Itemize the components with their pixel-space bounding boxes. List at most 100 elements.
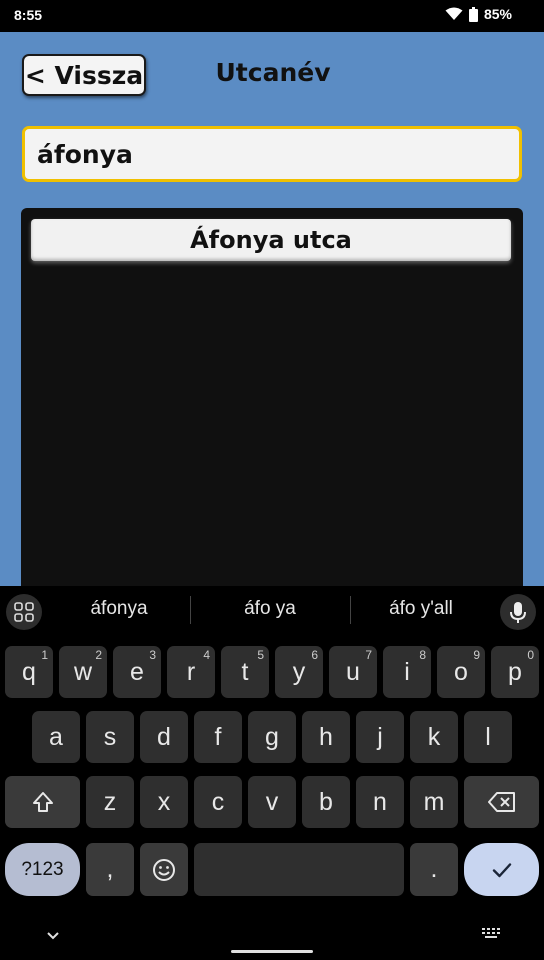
hide-keyboard-icon[interactable] bbox=[44, 926, 62, 944]
suggestion-divider bbox=[190, 596, 191, 624]
key-c[interactable]: c bbox=[194, 776, 242, 828]
key-label: s bbox=[103, 722, 117, 751]
key-p[interactable]: p0 bbox=[491, 646, 539, 698]
key-g[interactable]: g bbox=[248, 711, 296, 763]
key-f[interactable]: f bbox=[194, 711, 242, 763]
key-label: n bbox=[373, 787, 387, 816]
key-label: q bbox=[22, 657, 36, 686]
key-label: d bbox=[157, 722, 171, 751]
shift-icon bbox=[32, 792, 53, 812]
key-number-hint: 5 bbox=[257, 648, 264, 662]
key-e[interactable]: e3 bbox=[113, 646, 161, 698]
key-label: c bbox=[211, 787, 225, 816]
voice-input-button[interactable] bbox=[500, 594, 536, 630]
key-h[interactable]: h bbox=[302, 711, 350, 763]
suggestion-1[interactable]: áfonya bbox=[44, 598, 194, 620]
key-label: b bbox=[319, 787, 333, 816]
home-indicator[interactable] bbox=[231, 950, 313, 953]
microphone-icon bbox=[510, 602, 526, 623]
key-number-hint: 2 bbox=[95, 648, 102, 662]
key-label: a bbox=[49, 722, 63, 751]
status-bar: 8:55 85% bbox=[0, 0, 544, 32]
key-r[interactable]: r4 bbox=[167, 646, 215, 698]
period-key[interactable]: . bbox=[410, 843, 458, 896]
key-label: u bbox=[346, 657, 360, 686]
results-list: Áfonya utca bbox=[21, 208, 523, 586]
key-label: j bbox=[377, 722, 383, 751]
key-q[interactable]: q1 bbox=[5, 646, 53, 698]
battery-icon bbox=[468, 6, 478, 22]
key-label: y bbox=[292, 657, 306, 686]
key-label: w bbox=[73, 657, 93, 686]
key-b[interactable]: b bbox=[302, 776, 350, 828]
key-i[interactable]: i8 bbox=[383, 646, 431, 698]
key-label: x bbox=[157, 787, 171, 816]
key-t[interactable]: t5 bbox=[221, 646, 269, 698]
symbols-key[interactable]: ?123 bbox=[5, 843, 80, 896]
emoji-key[interactable] bbox=[140, 843, 188, 896]
suggestion-3[interactable]: áfo y'all bbox=[346, 598, 496, 620]
key-j[interactable]: j bbox=[356, 711, 404, 763]
key-label: i bbox=[404, 657, 410, 686]
key-m[interactable]: m bbox=[410, 776, 458, 828]
key-number-hint: 6 bbox=[311, 648, 318, 662]
street-search-input[interactable]: áfonya bbox=[22, 126, 522, 182]
key-k[interactable]: k bbox=[410, 711, 458, 763]
status-time: 8:55 bbox=[14, 7, 43, 23]
grid-icon bbox=[14, 602, 34, 622]
navigation-bar bbox=[0, 912, 544, 960]
status-indicators: 85% bbox=[445, 6, 512, 22]
suggestion-bar: áfonya áfo ya áfo y'all bbox=[0, 586, 544, 636]
key-label: m bbox=[423, 787, 445, 816]
key-label: o bbox=[454, 657, 468, 686]
key-u[interactable]: u7 bbox=[329, 646, 377, 698]
key-x[interactable]: x bbox=[140, 776, 188, 828]
back-button[interactable]: < Vissza bbox=[22, 54, 146, 96]
key-s[interactable]: s bbox=[86, 711, 134, 763]
key-number-hint: 3 bbox=[149, 648, 156, 662]
checkmark-icon bbox=[492, 862, 511, 877]
key-number-hint: 8 bbox=[419, 648, 426, 662]
key-label: l bbox=[485, 722, 491, 751]
key-number-hint: 1 bbox=[41, 648, 48, 662]
key-v[interactable]: v bbox=[248, 776, 296, 828]
comma-key[interactable]: , bbox=[86, 843, 134, 896]
wifi-icon bbox=[445, 7, 463, 20]
key-a[interactable]: a bbox=[32, 711, 80, 763]
enter-key[interactable] bbox=[464, 843, 539, 896]
key-o[interactable]: o9 bbox=[437, 646, 485, 698]
keyboard-apps-button[interactable] bbox=[6, 594, 42, 630]
key-number-hint: 0 bbox=[527, 648, 534, 662]
key-y[interactable]: y6 bbox=[275, 646, 323, 698]
shift-key[interactable] bbox=[5, 776, 80, 828]
key-label: z bbox=[103, 787, 117, 816]
backspace-icon bbox=[487, 792, 515, 812]
keyboard-switch-icon[interactable] bbox=[480, 924, 502, 944]
key-label: h bbox=[319, 722, 333, 751]
suggestion-2[interactable]: áfo ya bbox=[195, 598, 345, 620]
key-number-hint: 9 bbox=[473, 648, 480, 662]
key-number-hint: 7 bbox=[365, 648, 372, 662]
key-number-hint: 4 bbox=[203, 648, 210, 662]
key-d[interactable]: d bbox=[140, 711, 188, 763]
key-z[interactable]: z bbox=[86, 776, 134, 828]
key-label: r bbox=[186, 657, 196, 686]
page-title: Utcanév bbox=[215, 58, 331, 87]
key-l[interactable]: l bbox=[464, 711, 512, 763]
key-label: v bbox=[265, 787, 279, 816]
key-label: f bbox=[214, 722, 222, 751]
backspace-key[interactable] bbox=[464, 776, 539, 828]
result-item[interactable]: Áfonya utca bbox=[31, 219, 511, 261]
key-w[interactable]: w2 bbox=[59, 646, 107, 698]
key-label: t bbox=[241, 657, 249, 686]
space-key[interactable] bbox=[194, 843, 404, 896]
key-label: p bbox=[508, 657, 522, 686]
key-n[interactable]: n bbox=[356, 776, 404, 828]
emoji-icon bbox=[153, 858, 175, 881]
battery-percent: 85% bbox=[483, 6, 512, 22]
soft-keyboard: áfonya áfo ya áfo y'all ?123 , . q 1 w 2… bbox=[0, 586, 544, 960]
app-screen: < Vissza Utcanév áfonya Áfonya utca bbox=[0, 32, 544, 586]
key-label: g bbox=[265, 722, 279, 751]
key-label: e bbox=[130, 657, 144, 686]
key-label: k bbox=[427, 722, 441, 751]
